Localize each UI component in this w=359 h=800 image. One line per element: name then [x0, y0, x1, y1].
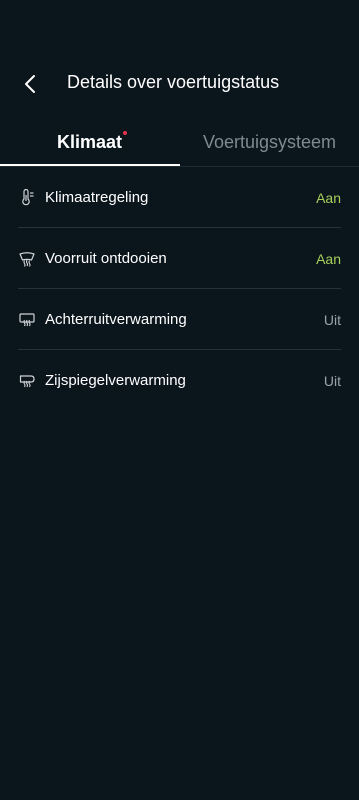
- header: Details over voertuigstatus: [0, 62, 359, 106]
- tab-vehicle-system-label: Voertuigsysteem: [202, 131, 337, 152]
- list-item-label: Voorruit ontdooien: [45, 250, 167, 267]
- tab-bar: Klimaat Voertuigsysteem: [0, 118, 359, 168]
- back-button[interactable]: [14, 70, 46, 98]
- status-value: Aan: [316, 250, 341, 267]
- chevron-left-icon: [25, 75, 35, 93]
- vehicle-status-screen: Details over voertuigstatus Klimaat Voer…: [0, 0, 359, 800]
- list-item-label: Zijspiegelverwarming: [45, 372, 186, 389]
- list-item-label: Achterruitverwarming: [45, 311, 187, 328]
- windshield-defrost-icon: [18, 250, 36, 268]
- list-item-rear-window-heating[interactable]: Achterruitverwarming Uit: [0, 289, 359, 350]
- page-title: Details over voertuigstatus: [67, 72, 280, 92]
- thermometer-icon: [18, 188, 36, 207]
- rear-window-heating-icon: [18, 311, 36, 329]
- tab-climate-label: Klimaat: [57, 130, 128, 153]
- list-item-label: Klimaatregeling: [45, 189, 149, 206]
- notification-dot: [123, 130, 128, 135]
- status-value: Uit: [323, 311, 341, 328]
- list-item-climate-control[interactable]: Klimaatregeling Aan: [0, 167, 359, 228]
- climate-list: Klimaatregeling Aan Voorruit ontdooien A…: [0, 167, 359, 411]
- list-item-windshield-defrost[interactable]: Voorruit ontdooien Aan: [0, 228, 359, 289]
- mirror-heating-icon: [18, 372, 36, 390]
- tab-climate[interactable]: Klimaat: [0, 118, 179, 166]
- tab-vehicle-system[interactable]: Voertuigsysteem: [180, 118, 359, 166]
- status-value: Uit: [323, 372, 341, 389]
- status-value: Aan: [316, 189, 341, 206]
- list-item-mirror-heating[interactable]: Zijspiegelverwarming Uit: [0, 350, 359, 411]
